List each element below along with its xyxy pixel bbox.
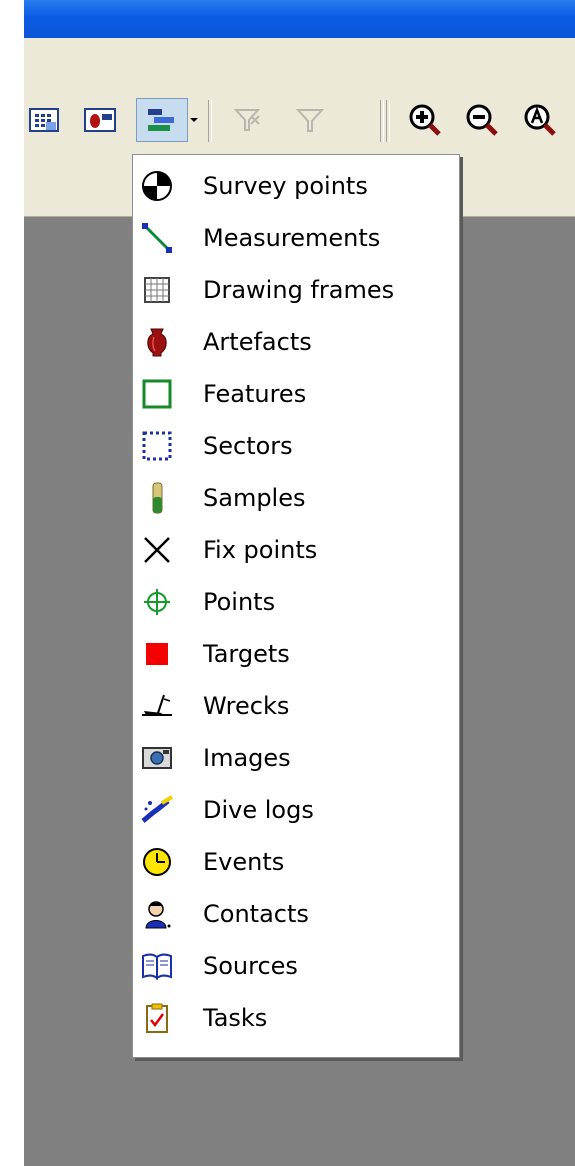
zoom-all-icon[interactable] bbox=[520, 98, 560, 142]
menu-item-label: Features bbox=[203, 380, 307, 408]
layers-dropdown-menu: Survey points Measurements Drawing frame… bbox=[132, 154, 460, 1058]
targets-icon bbox=[140, 637, 174, 671]
menu-item-label: Contacts bbox=[203, 900, 309, 928]
menu-item-sources[interactable]: Sources bbox=[133, 941, 459, 991]
menu-item-targets[interactable]: Targets bbox=[133, 629, 459, 679]
title-bar bbox=[24, 0, 575, 38]
contacts-icon bbox=[140, 897, 174, 931]
menu-item-label: Fix points bbox=[203, 536, 318, 564]
toolbar-separator bbox=[208, 100, 212, 142]
menu-item-sectors[interactable]: Sectors bbox=[133, 421, 459, 471]
layers-dropdown-button[interactable] bbox=[136, 98, 188, 142]
dropdown-arrow-icon[interactable] bbox=[190, 118, 198, 122]
menu-item-points[interactable]: Points bbox=[133, 577, 459, 627]
menu-item-images[interactable]: Images bbox=[133, 733, 459, 783]
menu-item-wrecks[interactable]: Wrecks bbox=[133, 681, 459, 731]
zoom-in-icon[interactable] bbox=[405, 98, 445, 142]
survey-points-icon bbox=[140, 169, 174, 203]
samples-icon bbox=[140, 481, 174, 515]
points-icon bbox=[140, 585, 174, 619]
menu-item-features[interactable]: Features bbox=[133, 369, 459, 419]
zoom-out-icon[interactable] bbox=[462, 98, 502, 142]
wrecks-icon bbox=[140, 689, 174, 723]
tasks-icon bbox=[140, 1001, 174, 1035]
menu-item-tasks[interactable]: Tasks bbox=[133, 993, 459, 1043]
artefact-view-icon[interactable] bbox=[80, 98, 120, 142]
toolbar-separator bbox=[386, 100, 390, 142]
menu-item-label: Survey points bbox=[203, 172, 368, 200]
menu-item-label: Points bbox=[203, 588, 276, 616]
menu-item-contacts[interactable]: Contacts bbox=[133, 889, 459, 939]
menu-item-label: Measurements bbox=[203, 224, 381, 252]
filter-icon bbox=[290, 98, 330, 142]
features-icon bbox=[140, 377, 174, 411]
menu-item-label: Events bbox=[203, 848, 285, 876]
menu-item-measurements[interactable]: Measurements bbox=[133, 213, 459, 263]
menu-item-artefacts[interactable]: Artefacts bbox=[133, 317, 459, 367]
menu-item-label: Dive logs bbox=[203, 796, 314, 824]
menu-item-drawing-frames[interactable]: Drawing frames bbox=[133, 265, 459, 315]
sectors-icon bbox=[140, 429, 174, 463]
menu-item-dive-logs[interactable]: Dive logs bbox=[133, 785, 459, 835]
menu-item-survey-points[interactable]: Survey points bbox=[133, 161, 459, 211]
fix-points-icon bbox=[140, 533, 174, 567]
menu-item-events[interactable]: Events bbox=[133, 837, 459, 887]
measurements-icon bbox=[140, 221, 174, 255]
layers-icon bbox=[148, 109, 174, 131]
filter-disabled-icon bbox=[228, 98, 268, 142]
menu-bar bbox=[24, 38, 575, 86]
menu-item-label: Images bbox=[203, 744, 291, 772]
toolbar-separator bbox=[380, 100, 384, 142]
menu-item-label: Sectors bbox=[203, 432, 293, 460]
drawing-frames-icon bbox=[140, 273, 174, 307]
images-icon bbox=[140, 741, 174, 775]
menu-item-samples[interactable]: Samples bbox=[133, 473, 459, 523]
grid-view-icon[interactable] bbox=[24, 98, 64, 142]
menu-item-label: Artefacts bbox=[203, 328, 312, 356]
sources-icon bbox=[140, 949, 174, 983]
menu-item-label: Sources bbox=[203, 952, 298, 980]
menu-item-label: Tasks bbox=[203, 1004, 268, 1032]
menu-item-label: Drawing frames bbox=[203, 276, 395, 304]
events-icon bbox=[140, 845, 174, 879]
menu-item-label: Targets bbox=[203, 640, 290, 668]
menu-item-label: Wrecks bbox=[203, 692, 290, 720]
menu-item-label: Samples bbox=[203, 484, 306, 512]
dive-logs-icon bbox=[140, 793, 174, 827]
artefacts-icon bbox=[140, 325, 174, 359]
menu-item-fix-points[interactable]: Fix points bbox=[133, 525, 459, 575]
